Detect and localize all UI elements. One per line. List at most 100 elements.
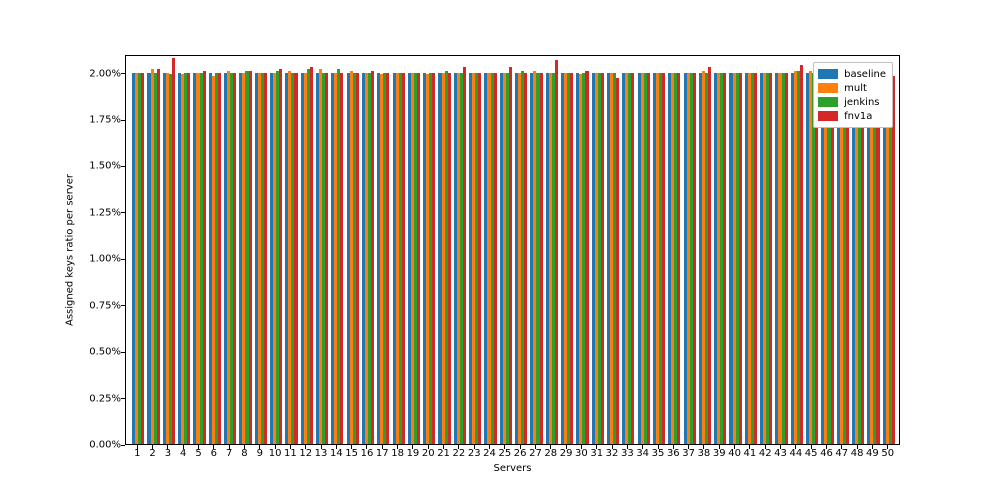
bar-fnv1a [693, 73, 696, 444]
ytick-label: 1.75% [89, 115, 125, 126]
xtick-label: 7 [226, 445, 232, 459]
xtick-label: 21 [437, 445, 450, 459]
legend-label-mult: mult [844, 83, 867, 94]
axes: baseline mult jenkins fnv1a 0.00%0.25%0.… [125, 55, 900, 445]
ytick-label: 2.00% [89, 68, 125, 79]
ytick-label: 1.25% [89, 207, 125, 218]
xtick-label: 50 [881, 445, 894, 459]
bar-fnv1a [279, 69, 282, 444]
legend-swatch-fnv1a [818, 111, 838, 121]
bar-fnv1a [585, 71, 588, 444]
bar-fnv1a [616, 78, 619, 444]
bar-fnv1a [754, 73, 757, 444]
xtick-label: 49 [866, 445, 879, 459]
xtick-label: 9 [257, 445, 263, 459]
xtick-label: 6 [211, 445, 217, 459]
bar-fnv1a [448, 73, 451, 444]
bar-fnv1a [540, 73, 543, 444]
xtick-label: 5 [195, 445, 201, 459]
bar-fnv1a [769, 73, 772, 444]
bar-fnv1a [203, 71, 206, 444]
bar-fnv1a [876, 73, 879, 444]
plot-area: baseline mult jenkins fnv1a [125, 55, 900, 445]
bar-fnv1a [509, 67, 512, 444]
bar-fnv1a [233, 73, 236, 444]
bar-fnv1a [340, 73, 343, 444]
xtick-label: 3 [165, 445, 171, 459]
bar-fnv1a [662, 73, 665, 444]
xtick-label: 2 [149, 445, 155, 459]
legend-entry-baseline: baseline [818, 67, 886, 81]
xtick-label: 19 [407, 445, 420, 459]
xtick-label: 24 [483, 445, 496, 459]
xtick-label: 8 [241, 445, 247, 459]
xtick-label: 27 [529, 445, 542, 459]
bar-fnv1a [402, 73, 405, 444]
bar-fnv1a [478, 73, 481, 444]
xtick-label: 12 [299, 445, 312, 459]
bar-fnv1a [386, 73, 389, 444]
bar-fnv1a [432, 73, 435, 444]
bar-fnv1a [494, 73, 497, 444]
xtick-label: 25 [498, 445, 511, 459]
bar-fnv1a [356, 73, 359, 444]
bar-fnv1a [218, 73, 221, 444]
xtick-label: 22 [453, 445, 466, 459]
xtick-label: 42 [759, 445, 772, 459]
bar-fnv1a [264, 73, 267, 444]
bar-fnv1a [157, 69, 160, 444]
xtick-label: 11 [284, 445, 297, 459]
xtick-label: 10 [269, 445, 282, 459]
bars-layer [126, 56, 899, 444]
bar-fnv1a [631, 73, 634, 444]
bar-fnv1a [601, 73, 604, 444]
xtick-label: 31 [590, 445, 603, 459]
xtick-label: 37 [682, 445, 695, 459]
xtick-label: 23 [468, 445, 481, 459]
bar-fnv1a [249, 71, 252, 444]
bar-fnv1a [463, 67, 466, 444]
bar-fnv1a [417, 73, 420, 444]
xtick-label: 35 [652, 445, 665, 459]
legend-entry-fnv1a: fnv1a [818, 109, 886, 123]
bar-fnv1a [371, 71, 374, 444]
bar-fnv1a [647, 73, 650, 444]
xtick-label: 4 [180, 445, 186, 459]
ytick-label: 0.75% [89, 300, 125, 311]
xtick-label: 20 [422, 445, 435, 459]
bar-fnv1a [187, 73, 190, 444]
bar-fnv1a [831, 73, 834, 444]
legend-label-baseline: baseline [844, 69, 886, 80]
xtick-label: 26 [514, 445, 527, 459]
bar-fnv1a [310, 67, 313, 444]
xtick-label: 36 [667, 445, 680, 459]
ytick-label: 0.25% [89, 393, 125, 404]
figure: baseline mult jenkins fnv1a 0.00%0.25%0.… [0, 0, 1000, 500]
bar-fnv1a [294, 73, 297, 444]
xtick-label: 43 [774, 445, 787, 459]
xtick-label: 29 [560, 445, 573, 459]
legend: baseline mult jenkins fnv1a [813, 62, 893, 128]
xtick-label: 32 [606, 445, 619, 459]
xtick-label: 17 [376, 445, 389, 459]
ytick-label: 1.00% [89, 254, 125, 265]
ytick-label: 1.50% [89, 161, 125, 172]
xtick-label: 44 [789, 445, 802, 459]
x-axis-label: Servers [493, 463, 531, 474]
xtick-label: 46 [820, 445, 833, 459]
bar-fnv1a [861, 73, 864, 444]
bar-fnv1a [570, 73, 573, 444]
xtick-label: 48 [851, 445, 864, 459]
xtick-label: 38 [698, 445, 711, 459]
bar-fnv1a [524, 73, 527, 444]
bar-fnv1a [800, 65, 803, 444]
xtick-label: 30 [575, 445, 588, 459]
xtick-label: 28 [544, 445, 557, 459]
bar-fnv1a [555, 60, 558, 444]
bar-fnv1a [785, 73, 788, 444]
bar-fnv1a [723, 73, 726, 444]
legend-entry-jenkins: jenkins [818, 95, 886, 109]
legend-entry-mult: mult [818, 81, 886, 95]
bar-fnv1a [677, 73, 680, 444]
bar-fnv1a [172, 58, 175, 444]
